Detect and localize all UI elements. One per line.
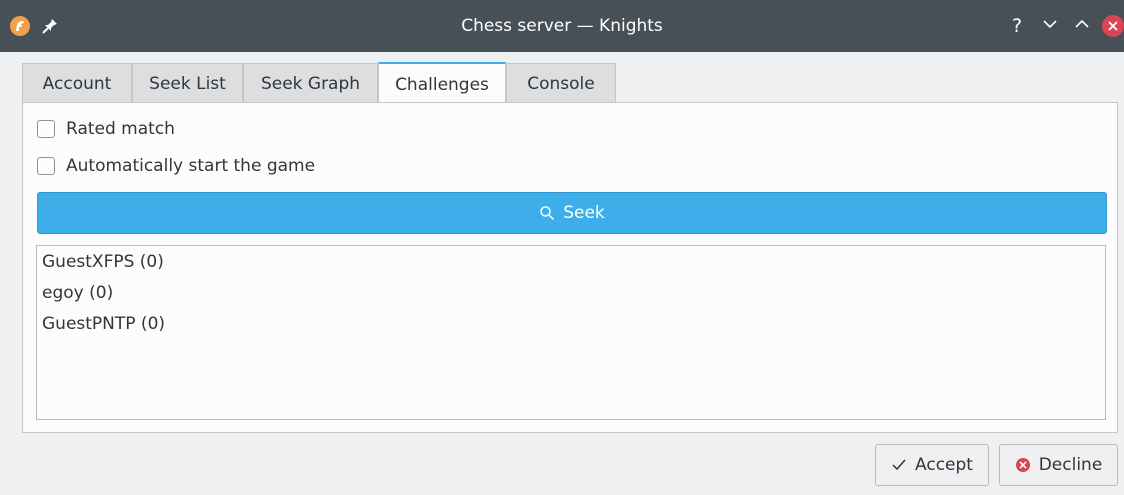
list-item[interactable]: egoy (0) [42, 278, 113, 309]
auto-start-checkbox[interactable] [37, 157, 55, 175]
list-item[interactable]: GuestPNTP (0) [42, 309, 165, 340]
minimize-button[interactable] [1038, 14, 1062, 38]
seek-button[interactable]: Seek [37, 192, 1107, 234]
challenges-panel: Rated match Automatically start the game… [22, 102, 1118, 433]
search-icon [540, 206, 555, 221]
tab-challenges[interactable]: Challenges [378, 62, 506, 104]
cancel-icon [1015, 458, 1030, 472]
auto-start-option[interactable]: Automatically start the game [37, 154, 315, 178]
accept-button[interactable]: Accept [875, 444, 989, 486]
chevron-up-icon [1075, 19, 1089, 28]
decline-button-label: Decline [1038, 455, 1103, 475]
decline-button[interactable]: Decline [999, 444, 1118, 486]
auto-start-label[interactable]: Automatically start the game [66, 156, 315, 176]
help-button[interactable]: ? [1005, 14, 1029, 38]
check-icon [892, 459, 906, 471]
tab-account[interactable]: Account [22, 63, 132, 103]
accept-button-label: Accept [915, 455, 973, 475]
tab-seek-graph[interactable]: Seek Graph [243, 63, 378, 103]
maximize-button[interactable] [1070, 14, 1094, 38]
rated-match-checkbox[interactable] [37, 120, 55, 138]
rated-match-label[interactable]: Rated match [66, 119, 175, 139]
seek-button-label: Seek [563, 203, 605, 223]
tab-seek-list[interactable]: Seek List [132, 63, 243, 103]
list-item[interactable]: GuestXFPS (0) [42, 247, 164, 278]
tab-console[interactable]: Console [506, 63, 616, 103]
title-bar[interactable]: Chess server — Knights ? [0, 0, 1124, 52]
chevron-down-icon [1043, 20, 1057, 29]
rated-match-option[interactable]: Rated match [37, 117, 175, 141]
challenges-list[interactable]: GuestXFPS (0) egoy (0) GuestPNTP (0) [36, 245, 1106, 420]
window-title: Chess server — Knights [461, 16, 663, 36]
close-button[interactable] [1102, 15, 1124, 37]
